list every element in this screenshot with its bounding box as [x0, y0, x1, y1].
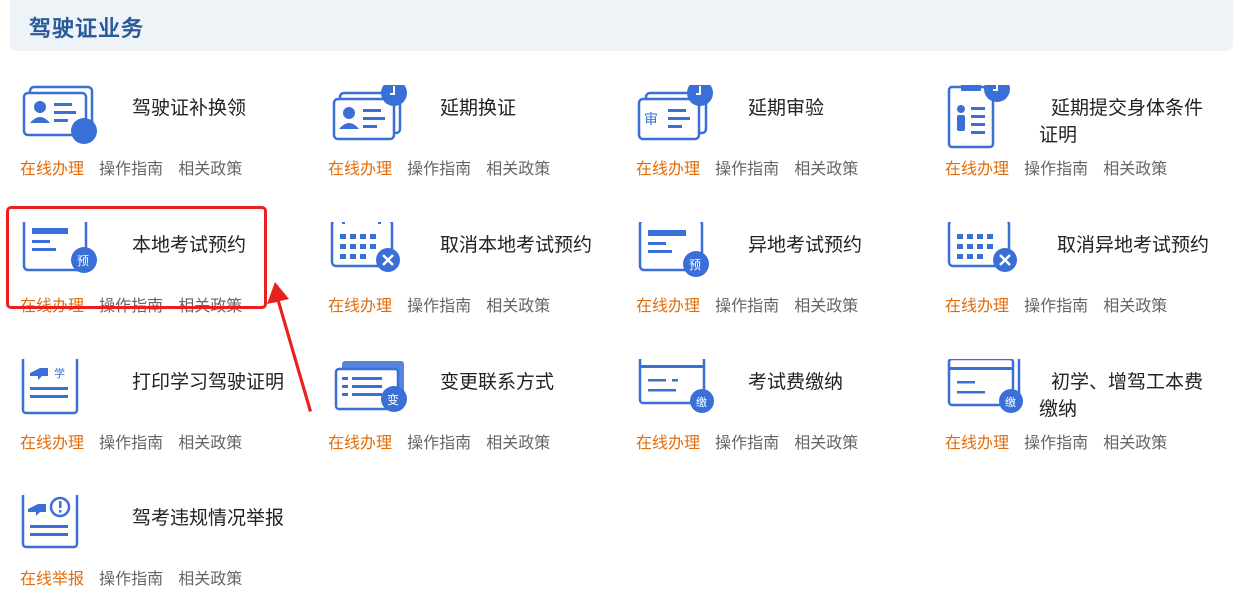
service-title[interactable]: 取消本地考试预约 [440, 232, 620, 259]
health-certificate-clock-icon [945, 85, 1025, 151]
svg-text:审: 审 [644, 112, 658, 128]
service-title[interactable]: 变更联系方式 [440, 369, 620, 396]
service-title[interactable]: 异地考试预约 [748, 232, 928, 259]
service-item-license-replace: 驾驶证补换领 在线办理 操作指南 相关政策 [20, 85, 310, 205]
policy-link[interactable]: 相关政策 [794, 296, 858, 315]
policy-link[interactable]: 相关政策 [486, 159, 550, 178]
service-title[interactable]: 延期审验 [748, 95, 928, 122]
service-title[interactable]: 初学、增驾工本费缴纳 [1039, 369, 1219, 423]
online-handle-link[interactable]: 在线办理 [328, 296, 392, 315]
service-item-violation-report: 驾考违规情况举报 在线举报 操作指南 相关政策 [20, 495, 310, 615]
service-item-cancel-remote-exam: 取消异地考试预约 在线办理 操作指南 相关政策 [945, 222, 1233, 342]
red-arrow-icon [265, 280, 325, 415]
learner-permit-print-icon: 学 [20, 359, 100, 425]
section-title: 驾驶证业务 [29, 17, 145, 42]
policy-link[interactable]: 相关政策 [178, 569, 242, 588]
service-item-review-extend: 审 延期审验 在线办理 操作指南 相关政策 [636, 85, 926, 205]
policy-link[interactable]: 相关政策 [1103, 296, 1167, 315]
guide-link[interactable]: 操作指南 [407, 296, 471, 315]
remote-exam-booking-icon: 预 [636, 222, 716, 288]
policy-link[interactable]: 相关政策 [178, 159, 242, 178]
guide-link[interactable]: 操作指南 [99, 569, 163, 588]
policy-link[interactable]: 相关政策 [486, 433, 550, 452]
permit-fee-payment-icon: 缴 [945, 359, 1025, 425]
online-handle-link[interactable]: 在线办理 [20, 159, 84, 178]
online-handle-link[interactable]: 在线办理 [636, 159, 700, 178]
guide-link[interactable]: 操作指南 [1024, 159, 1088, 178]
online-handle-link[interactable]: 在线办理 [636, 433, 700, 452]
service-item-health-certificate: 延期提交身体条件证明 在线办理 操作指南 相关政策 [945, 85, 1233, 205]
exam-fee-payment-icon: 缴 [636, 359, 716, 425]
online-handle-link[interactable]: 在线办理 [945, 433, 1009, 452]
guide-link[interactable]: 操作指南 [1024, 433, 1088, 452]
svg-text:学: 学 [54, 366, 65, 380]
policy-link[interactable]: 相关政策 [1103, 159, 1167, 178]
violation-report-icon [20, 495, 100, 561]
online-report-link[interactable]: 在线举报 [20, 569, 84, 588]
online-handle-link[interactable]: 在线办理 [328, 433, 392, 452]
highlight-box [6, 206, 267, 309]
guide-link[interactable]: 操作指南 [99, 433, 163, 452]
guide-link[interactable]: 操作指南 [99, 159, 163, 178]
policy-link[interactable]: 相关政策 [794, 433, 858, 452]
service-title[interactable]: 延期换证 [440, 95, 620, 122]
change-contact-icon: 变 [328, 359, 408, 425]
online-handle-link[interactable]: 在线办理 [945, 159, 1009, 178]
guide-link[interactable]: 操作指南 [407, 433, 471, 452]
policy-link[interactable]: 相关政策 [486, 296, 550, 315]
service-title[interactable]: 考试费缴纳 [748, 369, 928, 396]
svg-text:变: 变 [387, 392, 399, 407]
service-item-change-contact: 变 变更联系方式 在线办理 操作指南 相关政策 [328, 359, 618, 479]
service-title[interactable]: 驾驶证补换领 [132, 95, 312, 122]
section-header: 驾驶证业务 [10, 0, 1233, 51]
policy-link[interactable]: 相关政策 [794, 159, 858, 178]
review-extend-clock-icon: 审 [636, 85, 716, 151]
guide-link[interactable]: 操作指南 [715, 159, 779, 178]
svg-text:预: 预 [689, 258, 701, 272]
online-handle-link[interactable]: 在线办理 [20, 433, 84, 452]
service-title[interactable]: 驾考违规情况举报 [132, 505, 312, 532]
guide-link[interactable]: 操作指南 [1024, 296, 1088, 315]
license-replace-icon [20, 85, 100, 151]
svg-text:缴: 缴 [1005, 395, 1016, 409]
cancel-remote-exam-calendar-icon [945, 222, 1025, 288]
guide-link[interactable]: 操作指南 [715, 296, 779, 315]
service-title[interactable]: 延期提交身体条件证明 [1039, 95, 1219, 149]
svg-text:缴: 缴 [696, 395, 707, 409]
cancel-local-exam-calendar-icon [328, 222, 408, 288]
service-item-license-extend: 延期换证 在线办理 操作指南 相关政策 [328, 85, 618, 205]
service-item-exam-fee: 缴 考试费缴纳 在线办理 操作指南 相关政策 [636, 359, 926, 479]
guide-link[interactable]: 操作指南 [407, 159, 471, 178]
service-item-cancel-local-exam: 取消本地考试预约 在线办理 操作指南 相关政策 [328, 222, 618, 342]
guide-link[interactable]: 操作指南 [715, 433, 779, 452]
license-extend-clock-icon [328, 85, 408, 151]
online-handle-link[interactable]: 在线办理 [328, 159, 392, 178]
online-handle-link[interactable]: 在线办理 [945, 296, 1009, 315]
policy-link[interactable]: 相关政策 [178, 433, 242, 452]
service-title[interactable]: 取消异地考试预约 [1057, 232, 1233, 259]
service-item-permit-fee: 缴 初学、增驾工本费缴纳 在线办理 操作指南 相关政策 [945, 359, 1233, 479]
service-item-remote-exam-booking: 预 异地考试预约 在线办理 操作指南 相关政策 [636, 222, 926, 342]
policy-link[interactable]: 相关政策 [1103, 433, 1167, 452]
online-handle-link[interactable]: 在线办理 [636, 296, 700, 315]
